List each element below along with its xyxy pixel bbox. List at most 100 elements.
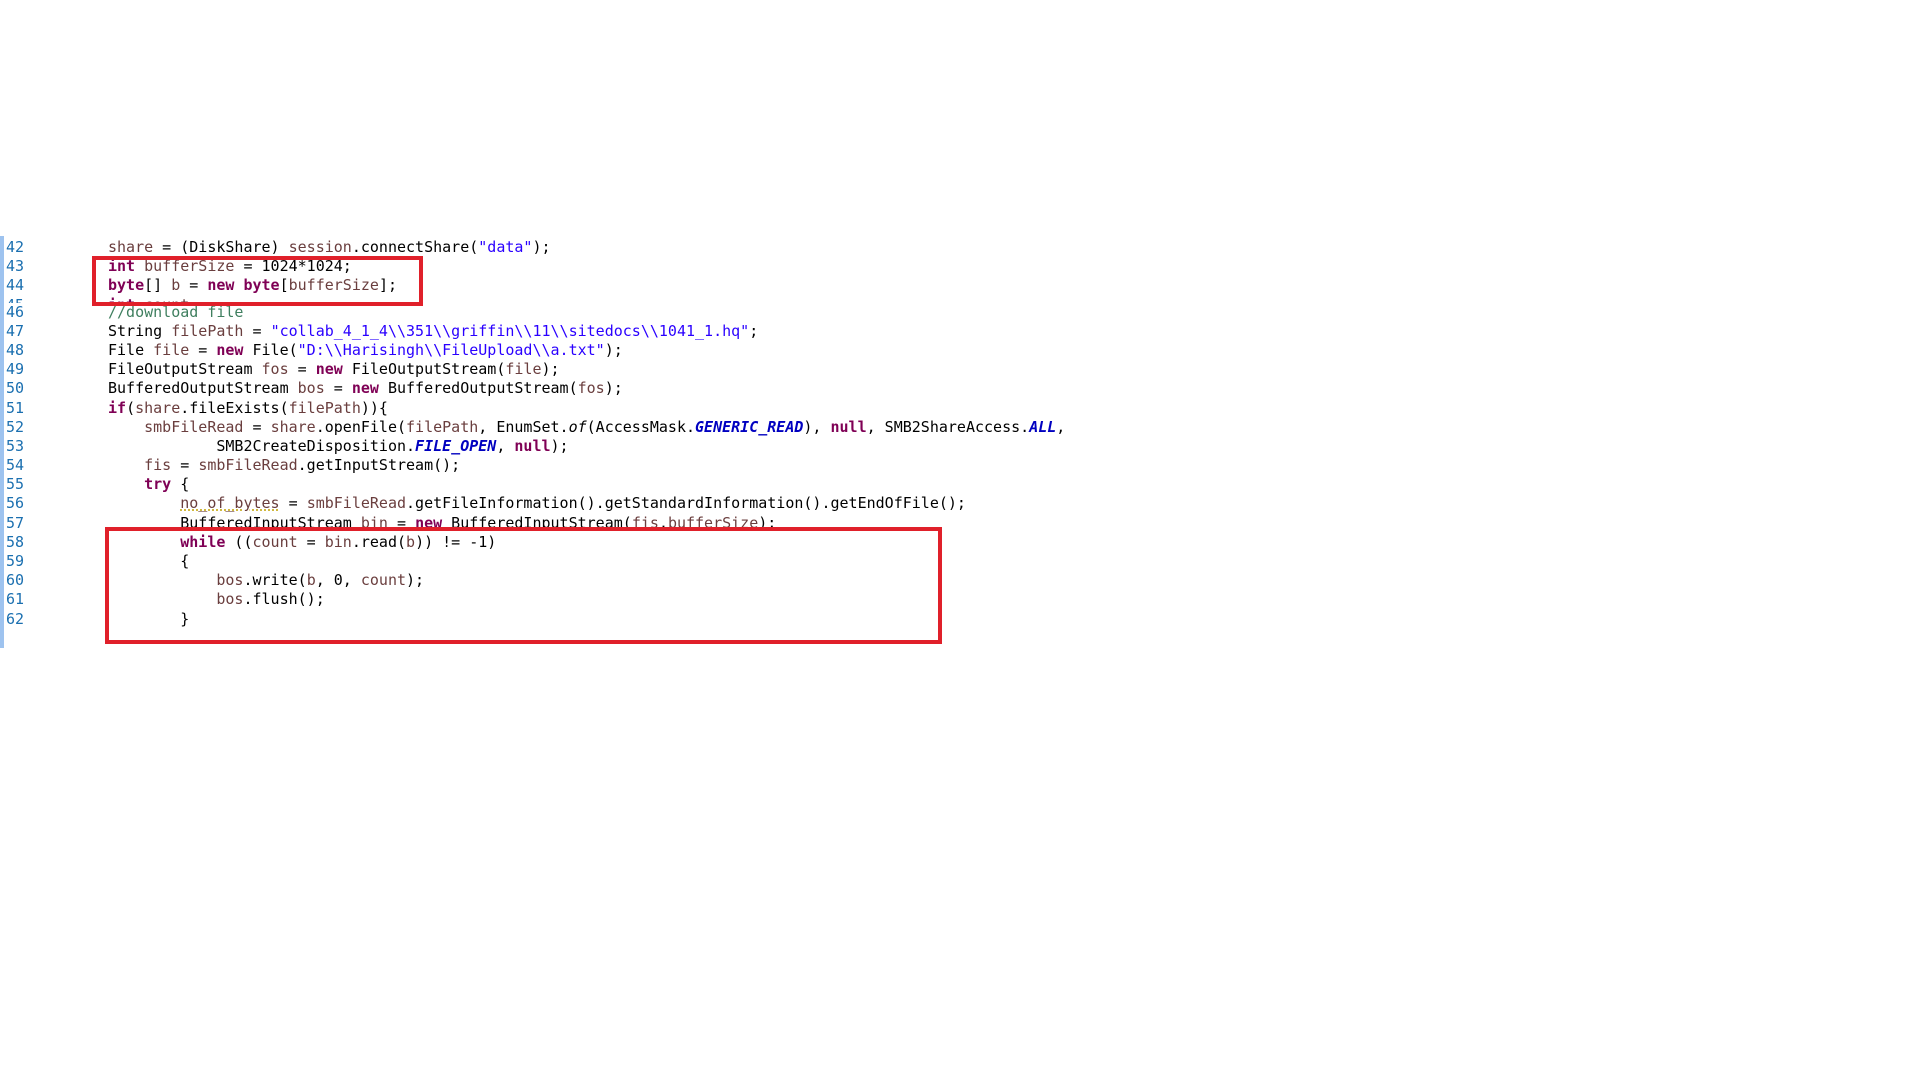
code-token: file [505, 360, 542, 379]
code-token: .getInputStream(); [297, 456, 461, 475]
code-text: FileOutputStream fos = new FileOutputStr… [108, 360, 560, 378]
line-number: 60 [6, 571, 25, 590]
line-number: 58 [6, 532, 25, 551]
code-token: , [496, 436, 515, 455]
code-token: new [315, 360, 343, 379]
line-number: 49 [6, 360, 25, 379]
code-token: smbFileRead [198, 456, 298, 475]
code-token: new [351, 379, 379, 398]
code-token: = [279, 494, 307, 513]
code-token: share [270, 417, 316, 436]
line-number: 57 [6, 513, 25, 532]
code-text: File file = new File("D:\\Harisingh\\Fil… [108, 341, 623, 359]
code-token: BufferedOutputStream( [378, 379, 578, 398]
line-number: 51 [6, 398, 25, 417]
code-token: share [108, 238, 154, 256]
code-line[interactable]: 53 SMB2CreateDisposition.FILE_OPEN, null… [0, 437, 1065, 456]
code-token: = [324, 379, 352, 398]
code-line[interactable]: 50 BufferedOutputStream bos = new Buffere… [0, 379, 1065, 398]
code-editor-snippet: 42 share = (DiskShare) session.connectSha… [0, 236, 1080, 648]
code-token: .fileExists( [180, 398, 289, 417]
code-token: ; [749, 321, 759, 340]
code-token: BufferedOutputStream [108, 379, 298, 398]
code-token: .getFileInformation().getStandardInforma… [406, 494, 966, 513]
code-token: = [243, 321, 271, 340]
code-text: fis = smbFileRead.getInputStream(); [108, 456, 460, 474]
code-token: smbFileRead [306, 494, 407, 513]
code-token: FileOutputStream( [342, 360, 506, 379]
code-token: ); [604, 379, 623, 398]
code-token: filePath [288, 398, 361, 417]
code-token: if [108, 398, 127, 417]
code-token: ), [803, 417, 831, 436]
code-token: smbFileRead [144, 417, 244, 436]
code-line[interactable]: 48 File file = new File("D:\\Harisingh\\F… [0, 341, 1065, 360]
line-number: 42 [6, 238, 25, 256]
line-number: 56 [6, 494, 25, 513]
line-number: 62 [6, 609, 25, 628]
code-token: try [144, 475, 172, 494]
code-text: BufferedOutputStream bos = new BufferedO… [108, 379, 623, 397]
code-text: try { [108, 475, 189, 493]
line-number: 52 [6, 417, 25, 436]
code-token: file [153, 340, 190, 359]
code-token: , [1056, 417, 1066, 436]
code-token: = [171, 456, 199, 475]
code-token: null [830, 417, 867, 436]
highlight-box-buffer-declaration [92, 256, 423, 306]
line-number: 53 [6, 436, 25, 455]
code-token: "D:\\Harisingh\\FileUpload\\a.txt" [297, 340, 605, 359]
line-number: 55 [6, 475, 25, 494]
code-token: = [243, 417, 271, 436]
code-token: null [514, 436, 551, 455]
code-token: FILE_OPEN [415, 436, 497, 455]
code-token: = [189, 340, 217, 359]
code-token: "data" [478, 238, 533, 256]
code-token: FileOutputStream [108, 360, 262, 379]
line-number: 59 [6, 552, 25, 570]
code-token: = (DiskShare) [153, 238, 289, 256]
code-token: share [135, 398, 181, 417]
code-token: fis [144, 456, 172, 475]
code-token: of [568, 417, 587, 436]
line-number: 50 [6, 379, 25, 398]
code-token: GENERIC_READ [695, 417, 804, 436]
code-line[interactable]: 52 smbFileRead = share.openFile(filePath… [0, 418, 1065, 437]
code-line[interactable]: 47 String filePath = "collab_4_1_4\\351\\… [0, 322, 1065, 341]
code-line[interactable]: 51 if(share.fileExists(filePath)){ [0, 399, 1065, 418]
code-token: no_of_bytes [180, 494, 280, 513]
code-text: share = (DiskShare) session.connectShare… [108, 238, 551, 256]
code-token: SMB2CreateDisposition. [108, 436, 416, 455]
code-line[interactable]: 56 no_of_bytes = smbFileRead.getFileInfo… [0, 494, 1065, 513]
code-line[interactable]: 55 try { [0, 475, 1065, 494]
code-token: { [171, 475, 190, 494]
line-number: 54 [6, 456, 25, 475]
code-token: , EnumSet. [478, 417, 569, 436]
code-token: (AccessMask. [586, 417, 696, 436]
code-token: session [288, 238, 352, 256]
code-line[interactable]: 42 share = (DiskShare) session.connectSha… [0, 238, 1065, 257]
code-text: String filePath = "collab_4_1_4\\351\\gr… [108, 322, 758, 340]
code-token: "collab_4_1_4\\351\\griffin\\11\\sitedoc… [270, 321, 750, 340]
code-token: , SMB2ShareAccess. [866, 417, 1030, 436]
code-token: String [108, 321, 172, 340]
code-token: .connectShare( [351, 238, 479, 256]
code-token: File [108, 340, 154, 359]
code-text: SMB2CreateDisposition.FILE_OPEN, null); [108, 436, 568, 455]
code-token: )){ [360, 398, 388, 417]
code-token: filePath [171, 321, 244, 340]
code-token: .openFile( [315, 417, 407, 436]
code-text: smbFileRead = share.openFile(filePath, E… [108, 418, 1065, 436]
code-line[interactable]: 54 fis = smbFileRead.getInputStream(); [0, 456, 1065, 475]
code-token: ); [541, 360, 560, 379]
code-line[interactable]: 49 FileOutputStream fos = new FileOutputS… [0, 360, 1065, 379]
highlight-box-read-loop [105, 527, 942, 644]
line-number: 61 [6, 590, 25, 609]
code-token: filePath [406, 417, 479, 436]
code-token: new [216, 340, 244, 359]
code-token: fos [577, 379, 605, 398]
code-token: ); [532, 238, 551, 256]
